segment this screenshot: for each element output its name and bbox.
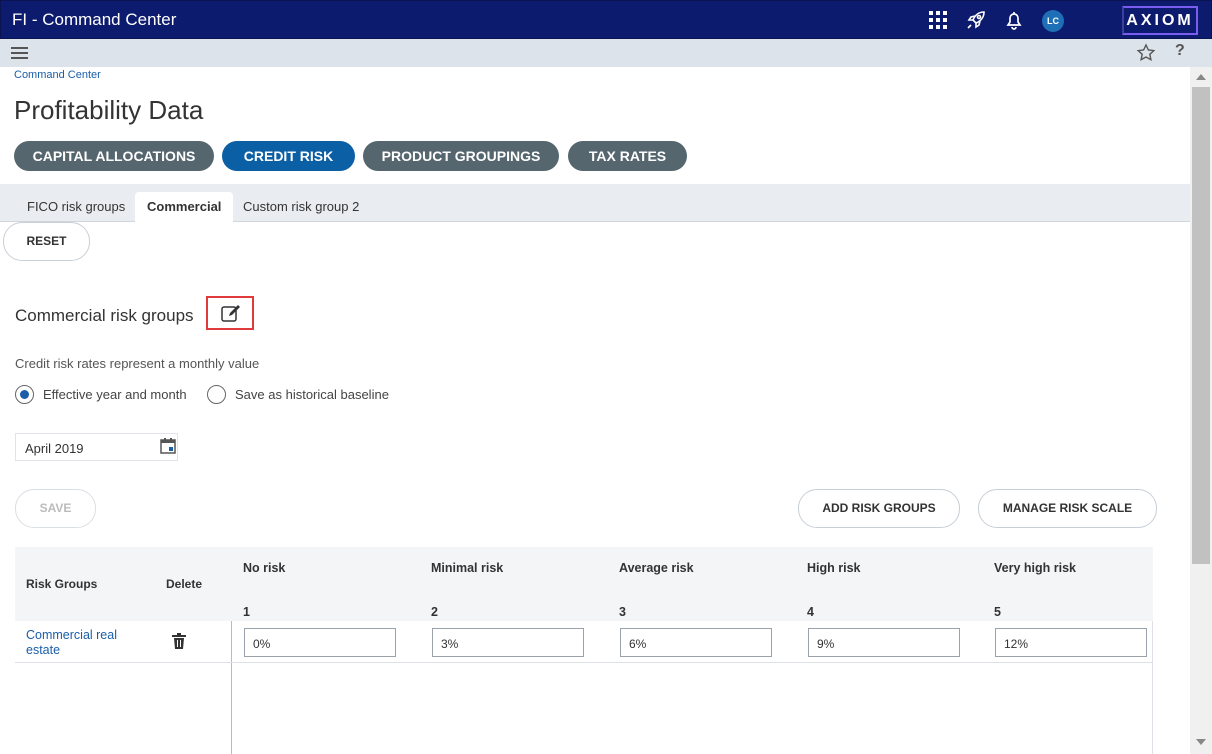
favorite-star-icon[interactable] (1136, 43, 1156, 63)
subtab-custom-risk-group-2[interactable]: Custom risk group 2 (231, 192, 371, 222)
radio-effective-year-month[interactable] (15, 385, 34, 404)
subtab-strip: FICO risk groups Commercial Custom risk … (0, 184, 1190, 222)
rate-input-no-risk[interactable]: 0% (244, 628, 396, 657)
rate-input-very-high-risk[interactable]: 12% (995, 628, 1147, 657)
scroll-up-arrow-icon[interactable] (1196, 74, 1206, 80)
scrollbar-thumb[interactable] (1192, 87, 1210, 564)
tab-credit-risk[interactable]: CREDIT RISK (222, 141, 355, 171)
add-risk-groups-button[interactable]: ADD RISK GROUPS (798, 489, 960, 528)
col-header-minimal-risk: Minimal risk (431, 561, 504, 575)
col-header-average-risk: Average risk (619, 561, 694, 575)
section-title: Commercial risk groups (15, 306, 194, 325)
axiom-logo: AXIOM (1122, 6, 1198, 35)
effective-date-input[interactable]: April 2019 (15, 433, 178, 461)
page-title: Profitability Data (14, 95, 204, 125)
grid-header-levels: No risk Minimal risk Average risk High r… (232, 547, 1153, 621)
tab-tax-rates[interactable]: TAX RATES (568, 141, 687, 171)
hamburger-menu-icon[interactable] (11, 45, 29, 61)
help-icon[interactable]: ? (1175, 42, 1185, 60)
col-header-high-risk: High risk (807, 561, 861, 575)
rocket-icon[interactable] (965, 9, 987, 31)
rate-input-minimal-risk[interactable]: 3% (432, 628, 584, 657)
breadcrumb[interactable]: Command Center (14, 69, 101, 81)
radio-effective-label: Effective year and month (43, 387, 187, 402)
trash-icon[interactable] (172, 633, 186, 649)
rate-input-high-risk[interactable]: 9% (808, 628, 960, 657)
col-number-2: 2 (431, 605, 438, 619)
calendar-icon[interactable] (160, 437, 176, 455)
col-number-5: 5 (994, 605, 1001, 619)
radio-historical-baseline[interactable] (207, 385, 226, 404)
row-divider (232, 662, 1153, 663)
tab-capital-allocations[interactable]: CAPITAL ALLOCATIONS (14, 141, 214, 171)
col-header-no-risk: No risk (243, 561, 286, 575)
sub-bar: ? (0, 39, 1212, 67)
radio-historical-label: Save as historical baseline (235, 387, 389, 402)
edit-risk-groups-button[interactable] (206, 296, 254, 330)
monthly-rate-note: Credit risk rates represent a monthly va… (15, 356, 260, 371)
apps-grid-icon[interactable] (927, 9, 949, 31)
col-header-risk-groups: Risk Groups (26, 577, 98, 591)
risk-groups-grid-frozen: Risk Groups Delete Commercial real estat… (15, 547, 232, 754)
scroll-down-arrow-icon[interactable] (1196, 739, 1206, 745)
vertical-scrollbar[interactable] (1190, 67, 1212, 754)
bell-icon[interactable] (1003, 9, 1025, 31)
row-divider (15, 662, 232, 663)
tab-product-groupings[interactable]: PRODUCT GROUPINGS (363, 141, 559, 171)
col-number-3: 3 (619, 605, 626, 619)
subtab-fico-risk-groups[interactable]: FICO risk groups (15, 192, 137, 222)
app-title: FI - Command Center (12, 10, 177, 29)
save-button[interactable]: SAVE (15, 489, 96, 528)
col-number-1: 1 (243, 605, 250, 619)
main-content: Command Center Profitability Data CAPITA… (0, 67, 1190, 754)
user-avatar[interactable]: LC (1042, 10, 1064, 32)
col-header-very-high-risk: Very high risk (994, 561, 1076, 575)
top-bar: FI - Command Center LC AXIOM (0, 0, 1212, 39)
risk-rates-grid: No risk Minimal risk Average risk High r… (232, 547, 1153, 754)
col-number-4: 4 (807, 605, 814, 619)
manage-risk-scale-button[interactable]: MANAGE RISK SCALE (978, 489, 1157, 528)
grid-header-frozen: Risk Groups Delete (15, 547, 232, 621)
rate-input-average-risk[interactable]: 6% (620, 628, 772, 657)
col-header-delete: Delete (166, 577, 203, 591)
reset-button[interactable]: RESET (3, 222, 90, 261)
edit-icon (221, 305, 240, 322)
subtab-commercial[interactable]: Commercial (135, 192, 234, 222)
grid-right-border (1152, 621, 1153, 754)
risk-group-link[interactable]: Commercial real estate (26, 628, 146, 658)
